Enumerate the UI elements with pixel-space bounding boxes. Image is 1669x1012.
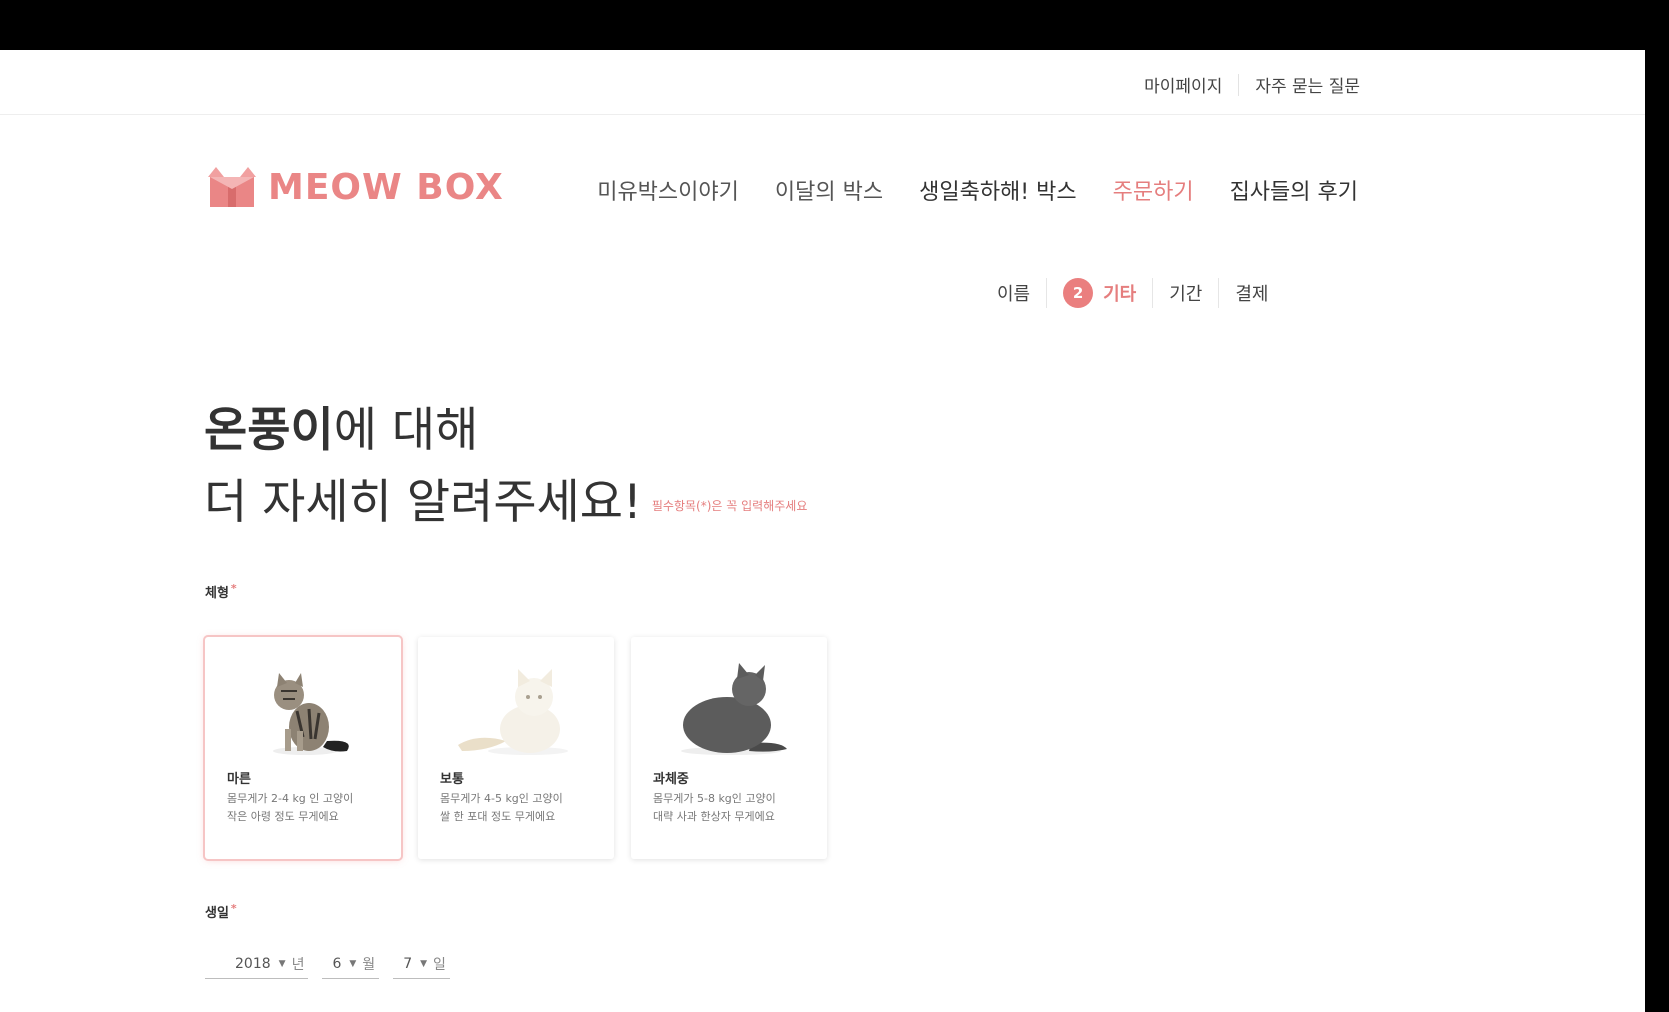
utility-links: 마이페이지 자주 묻는 질문 (1144, 72, 1360, 97)
divider (1046, 278, 1048, 308)
body-type-card-overweight[interactable]: 과체중 몸무게가 5-8 kg인 고양이 대략 사과 한상자 무게에요 (631, 637, 827, 859)
card-title: 과체중 (653, 772, 689, 787)
device-bezel-right (1645, 0, 1669, 1012)
mypage-link[interactable]: 마이페이지 (1144, 72, 1222, 97)
divider (1218, 278, 1220, 308)
step-payment[interactable]: 결제 (1235, 280, 1268, 306)
caret-down-icon: ▼ (349, 959, 357, 969)
step-other-label: 기타 (1103, 284, 1137, 305)
card-title: 보통 (440, 772, 464, 787)
step-other[interactable]: 2 기타 (1063, 278, 1136, 308)
card-desc-line: 대략 사과 한상자 무게에요 (653, 810, 775, 823)
body-type-label-text: 체형 (205, 586, 229, 601)
birthday-label: 생일 * (205, 902, 237, 921)
body-type-label: 체형 * (205, 582, 237, 601)
card-title: 마른 (227, 772, 251, 787)
step-number-badge: 2 (1063, 278, 1094, 308)
step-period[interactable]: 기간 (1169, 280, 1202, 306)
utility-bar: 마이페이지 자주 묻는 질문 (0, 50, 1645, 115)
birth-year-select[interactable]: 2018 ▼ 년 (205, 954, 309, 979)
card-desc-line: 몸무게가 2-4 kg 인 고양이 (227, 792, 354, 805)
card-description: 몸무게가 5-8 kg인 고양이 대략 사과 한상자 무게에요 (653, 790, 823, 826)
select-unit: 년 (291, 957, 305, 973)
select-unit: 일 (433, 957, 446, 973)
birthday-selects: 2018 ▼ 년 6 ▼ 월 7 ▼ 일 (205, 954, 464, 979)
body-type-options: 마른 몸무게가 2-4 kg 인 고양이 작은 아령 정도 무게에요 보통 몸무… (205, 637, 844, 859)
tabby-cat-image (273, 673, 349, 755)
box-cat-logo-icon (208, 167, 256, 207)
select-value: 6 (332, 956, 342, 972)
device-bezel-top (0, 0, 1669, 50)
heading-line1: 에 대해 (333, 403, 479, 458)
birth-day-select[interactable]: 7 ▼ 일 (393, 954, 450, 979)
required-star: * (230, 902, 237, 915)
main-nav: 미유박스이야기 이달의 박스 생일축하해! 박스 주문하기 집사들의 후기 (561, 174, 1358, 206)
white-persian-cat-image (458, 669, 568, 755)
nav-order[interactable]: 주문하기 (1113, 174, 1194, 206)
card-description: 몸무게가 2-4 kg 인 고양이 작은 아령 정도 무게에요 (227, 790, 397, 826)
nav-monthly-box[interactable]: 이달의 박스 (775, 174, 883, 206)
cat-name: 온풍이 (204, 403, 334, 458)
card-desc-line: 몸무게가 4-5 kg인 고양이 (440, 792, 563, 805)
browser-screen: 마이페이지 자주 묻는 질문 MEOW BOX 미유박스이야기 이달의 박스 생… (0, 50, 1645, 1012)
card-desc-line: 쌀 한 포대 정도 무게에요 (440, 810, 556, 823)
select-value: 7 (403, 956, 413, 972)
card-desc-line: 작은 아령 정도 무게에요 (227, 810, 339, 823)
card-desc-line: 몸무게가 5-8 kg인 고양이 (653, 792, 776, 805)
site-logo[interactable]: MEOW BOX (206, 163, 504, 211)
required-note: 필수항목(*)은 꼭 입력해주세요 (651, 498, 808, 513)
heading-line2: 더 자세히 알려주세요! (204, 475, 642, 530)
caret-down-icon: ▼ (420, 959, 428, 969)
birthday-label-text: 생일 (205, 906, 229, 921)
divider (1152, 278, 1154, 308)
body-type-card-normal[interactable]: 보통 몸무게가 4-5 kg인 고양이 쌀 한 포대 정도 무게에요 (418, 637, 614, 859)
page-heading: 온풍이에 대해 더 자세히 알려주세요! 필수항목(*)은 꼭 입력해주세요 (204, 395, 807, 542)
body-type-card-thin[interactable]: 마른 몸무게가 2-4 kg 인 고양이 작은 아령 정도 무게에요 (205, 637, 401, 859)
select-unit: 월 (362, 957, 376, 973)
gray-cat-image (681, 663, 787, 755)
logo-text: MEOW BOX (268, 166, 504, 208)
select-value: 2018 (235, 956, 271, 972)
card-description: 몸무게가 4-5 kg인 고양이 쌀 한 포대 정도 무게에요 (440, 790, 610, 826)
required-star: * (230, 582, 237, 595)
nav-birthday-box[interactable]: 생일축하해! 박스 (919, 174, 1077, 206)
nav-reviews[interactable]: 집사들의 후기 (1230, 174, 1358, 206)
step-name[interactable]: 이름 (997, 280, 1030, 306)
divider (1238, 73, 1240, 96)
nav-story[interactable]: 미유박스이야기 (597, 174, 739, 206)
caret-down-icon: ▼ (278, 959, 286, 969)
faq-link[interactable]: 자주 묻는 질문 (1255, 72, 1360, 97)
birth-month-select[interactable]: 6 ▼ 월 (322, 954, 380, 979)
order-steps: 이름 2 기타 기간 결제 (997, 278, 1269, 308)
